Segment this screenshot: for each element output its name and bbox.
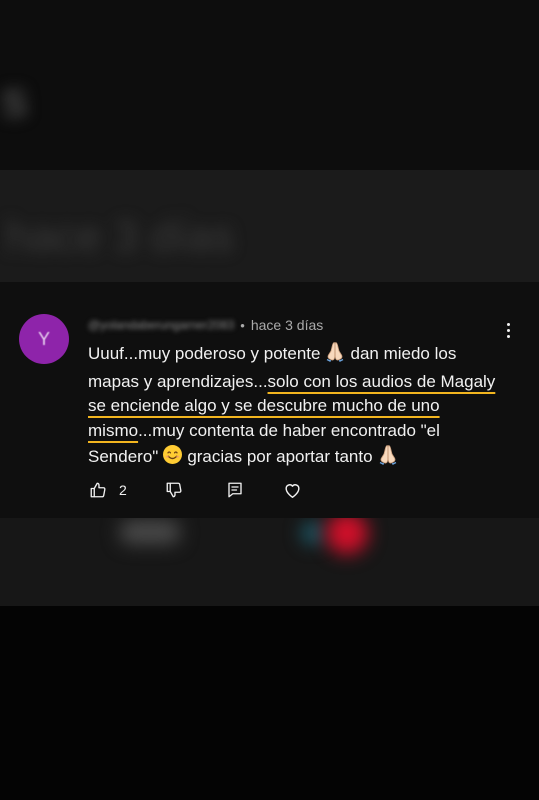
smile-emoji bbox=[162, 444, 183, 473]
reply-icon bbox=[228, 482, 242, 498]
more-vert-icon[interactable] bbox=[500, 320, 516, 340]
avatar-letter: Y bbox=[37, 328, 50, 349]
avatar[interactable]: Y bbox=[19, 314, 69, 364]
heart-icon bbox=[285, 483, 300, 498]
comment-timestamp[interactable]: hace 3 días bbox=[251, 317, 323, 333]
comment-text-part1: Uuuf...muy poderoso y potente bbox=[88, 344, 321, 363]
thumbs-up-icon bbox=[90, 482, 106, 498]
background-blurred-title: s bbox=[0, 71, 29, 129]
pray-emoji bbox=[324, 340, 346, 370]
username[interactable]: @yolandaberungarner2083 bbox=[88, 318, 234, 332]
dislike-button[interactable] bbox=[160, 479, 188, 501]
background-header bbox=[0, 0, 539, 170]
comment-text-part4: gracias por aportar tanto bbox=[187, 447, 373, 466]
background-blurred-icon bbox=[120, 520, 180, 544]
meta-separator: • bbox=[240, 317, 245, 333]
thumbs-down-icon bbox=[166, 482, 182, 498]
comment-actions: 2 bbox=[88, 479, 307, 501]
reply-button[interactable] bbox=[221, 479, 249, 501]
background-blurred-heart bbox=[326, 512, 368, 554]
background-blurred-icon bbox=[300, 520, 326, 546]
like-count: 2 bbox=[119, 482, 127, 498]
background-action-bar bbox=[0, 518, 539, 606]
comment-text: Uuuf...muy poderoso y potente dan miedo l… bbox=[88, 340, 508, 473]
pray-emoji bbox=[377, 443, 399, 473]
heart-button[interactable] bbox=[279, 479, 307, 501]
page: s hace 3 días Y @yolandaberungarner2083 … bbox=[0, 0, 539, 800]
like-button[interactable] bbox=[84, 479, 112, 501]
comment-meta: @yolandaberungarner2083 • hace 3 días bbox=[88, 316, 323, 334]
background-blurred-timestamp: hace 3 días bbox=[6, 212, 234, 261]
comment-card: Y @yolandaberungarner2083 • hace 3 días … bbox=[0, 282, 539, 518]
background-footer bbox=[0, 606, 539, 800]
